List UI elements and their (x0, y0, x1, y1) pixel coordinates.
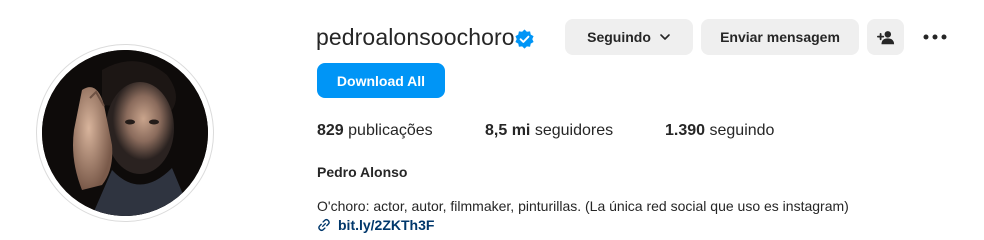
following-label: seguindo (709, 122, 775, 139)
add-user-icon (876, 30, 894, 44)
stat-posts[interactable]: 829 publicações (317, 122, 433, 140)
more-options-icon (923, 34, 947, 40)
profile-link[interactable]: bit.ly/2ZKTh3F (317, 217, 434, 233)
following-count: 1.390 (665, 122, 706, 139)
profile-bio: O'choro: actor, autor, filmmaker, pintur… (317, 198, 849, 214)
stat-following[interactable]: 1.390 seguindo (665, 122, 774, 140)
add-user-button[interactable] (867, 19, 904, 55)
verified-badge-icon (515, 29, 534, 49)
link-icon (318, 218, 330, 232)
following-button[interactable]: Seguindo (565, 19, 693, 55)
chevron-down-icon (660, 34, 670, 40)
download-all-button[interactable]: Download All (317, 63, 445, 98)
followers-label: seguidores (534, 122, 614, 139)
send-message-button[interactable]: Enviar mensagem (701, 19, 859, 55)
profile-link-text: bit.ly/2ZKTh3F (338, 217, 435, 233)
profile-full-name: Pedro Alonso (317, 164, 408, 180)
profile-username: pedroalonsoochoro (316, 24, 515, 50)
followers-count: 8,5 mi (485, 122, 531, 139)
avatar-portrait-icon (42, 50, 208, 216)
more-options-button[interactable] (918, 22, 952, 52)
profile-avatar[interactable] (42, 50, 208, 216)
posts-label: publicações (348, 122, 433, 139)
profile-avatar-ring[interactable] (36, 44, 214, 222)
stat-followers[interactable]: 8,5 mi seguidores (485, 122, 613, 140)
following-button-label: Seguindo (587, 29, 651, 45)
send-message-label: Enviar mensagem (720, 29, 840, 45)
posts-count: 829 (317, 122, 344, 139)
